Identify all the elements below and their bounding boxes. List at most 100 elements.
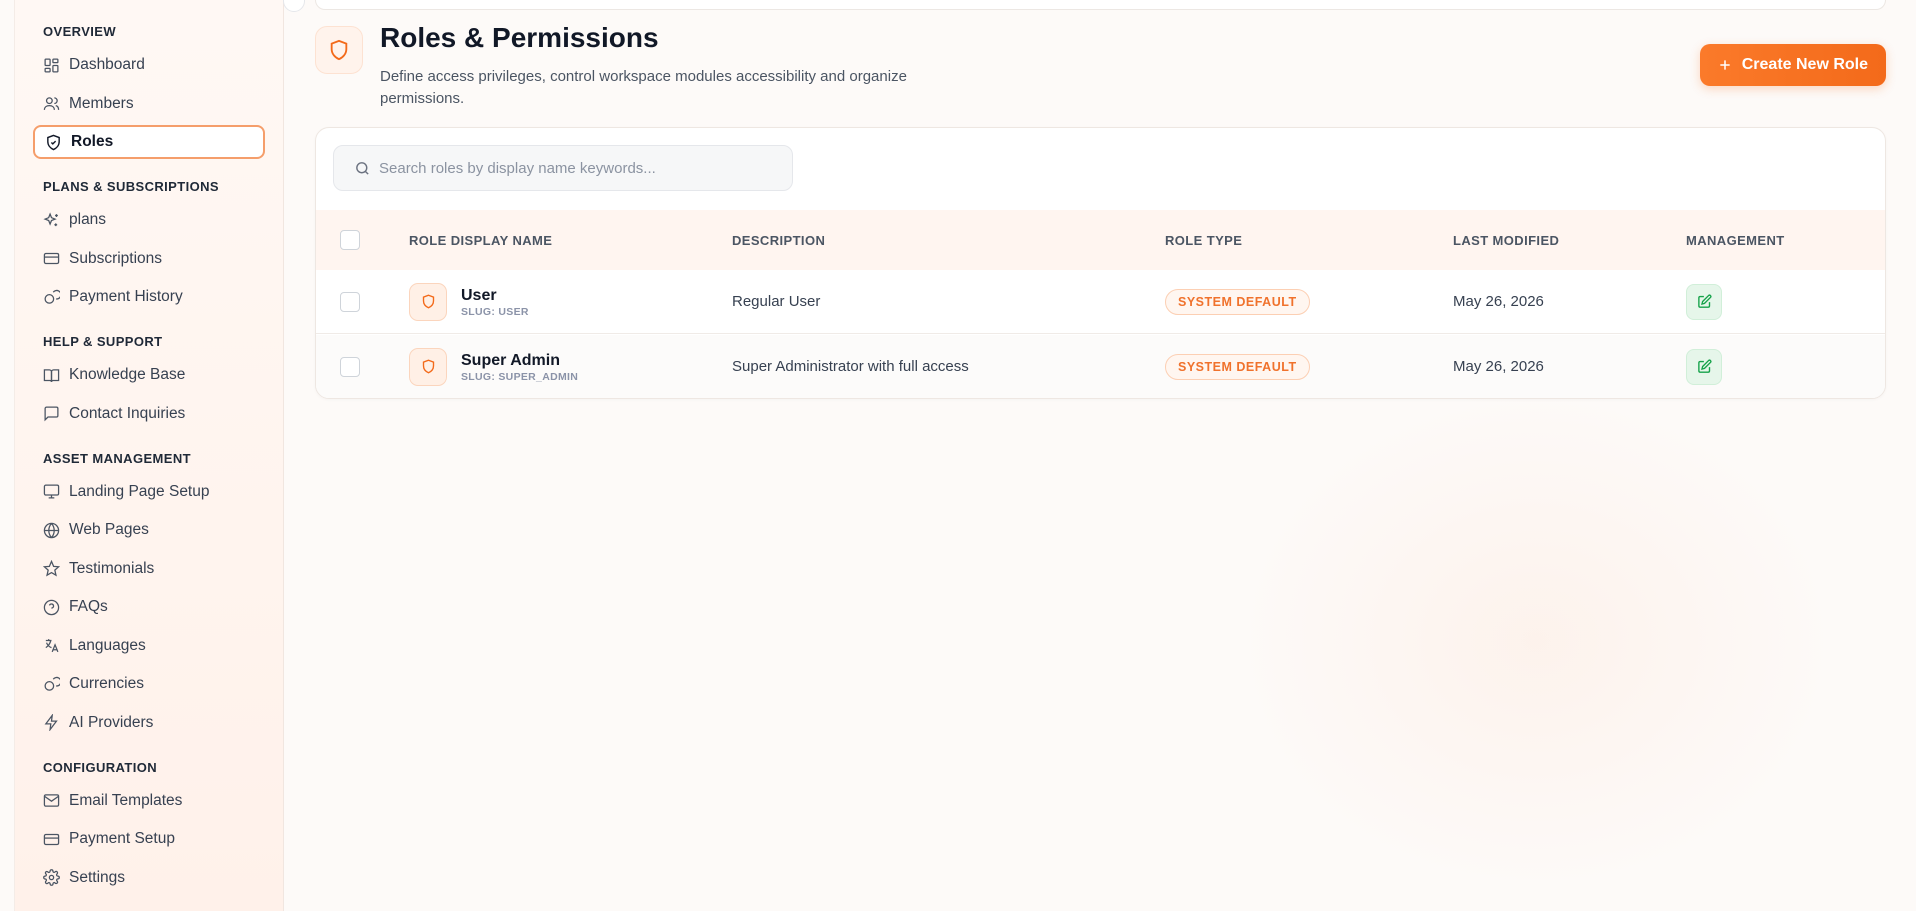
sidebar-collapse-button[interactable] bbox=[283, 0, 305, 12]
mail-icon bbox=[43, 794, 60, 807]
sidebar-item-ai-providers[interactable]: AI Providers bbox=[33, 706, 265, 740]
sidebar-item-label: Web Pages bbox=[69, 521, 149, 538]
star-icon bbox=[43, 560, 60, 577]
sidebar-item-label: Knowledge Base bbox=[69, 366, 186, 383]
sparkles-icon bbox=[43, 211, 58, 226]
sidebar-item-label: Subscriptions bbox=[69, 249, 163, 267]
message-square-icon bbox=[44, 406, 59, 422]
sidebar-item-languages[interactable]: Languages bbox=[33, 629, 265, 663]
credit-card-icon bbox=[43, 252, 60, 265]
row-checkbox[interactable] bbox=[340, 356, 360, 377]
row-checkbox[interactable] bbox=[340, 291, 360, 312]
globe-icon bbox=[43, 522, 60, 538]
role-slug: SLUG: USER bbox=[461, 305, 529, 318]
section-title-configuration: CONFIGURATION bbox=[43, 759, 158, 775]
coins-icon bbox=[44, 289, 60, 304]
zap-icon bbox=[44, 714, 58, 731]
role-icon-box bbox=[409, 282, 447, 321]
book-open-icon bbox=[43, 368, 60, 382]
sidebar-item-label: Members bbox=[69, 94, 134, 112]
page-subtitle: Define access privileges, control worksp… bbox=[380, 68, 907, 107]
table-header: ROLE DISPLAY NAME DESCRIPTION ROLE TYPE … bbox=[316, 210, 1885, 270]
table-row: User SLUG: USER Regular User SYSTEM DEFA… bbox=[316, 270, 1885, 334]
users-icon bbox=[43, 97, 60, 110]
coins-icon bbox=[44, 676, 60, 691]
sidebar-item-roles[interactable]: Roles bbox=[33, 125, 265, 159]
sidebar-item-payment-setup[interactable]: Payment Setup bbox=[33, 822, 265, 856]
create-button-label: Create New Role bbox=[1741, 56, 1868, 73]
edit-role-button[interactable] bbox=[1686, 348, 1722, 385]
role-description: Super Administrator with full access bbox=[732, 358, 969, 375]
role-type-cell: SYSTEM DEFAULT bbox=[1165, 288, 1310, 315]
role-description: Regular User bbox=[732, 293, 821, 310]
sidebar-item-label: AI Providers bbox=[69, 713, 154, 731]
select-all-checkbox[interactable] bbox=[340, 230, 360, 250]
search-box bbox=[333, 145, 793, 191]
sidebar-item-faqs[interactable]: FAQs bbox=[33, 590, 265, 624]
column-header-modified[interactable]: LAST MODIFIED bbox=[1453, 233, 1559, 248]
sidebar-item-label: Testimonials bbox=[69, 559, 155, 577]
languages-icon bbox=[45, 639, 59, 653]
sidebar-item-landing-page-setup[interactable]: Landing Page Setup bbox=[33, 475, 265, 509]
section-title-help: HELP & SUPPORT bbox=[43, 334, 163, 349]
status-badge: SYSTEM DEFAULT bbox=[1165, 288, 1310, 315]
sidebar-item-knowledge-base[interactable]: Knowledge Base bbox=[33, 358, 265, 392]
page-header: Roles & Permissions Define access privil… bbox=[315, 10, 1886, 120]
role-slug: SLUG: SUPER_ADMIN bbox=[461, 370, 579, 383]
column-header-type[interactable]: ROLE TYPE bbox=[1165, 233, 1242, 248]
sidebar: OVERVIEW Dashboard Members Roles PLANS &… bbox=[14, 0, 305, 911]
search-icon bbox=[356, 161, 369, 175]
row-select-cell bbox=[340, 291, 360, 312]
create-new-role-button[interactable]: Create New Role bbox=[1699, 44, 1886, 86]
sidebar-item-subscriptions[interactable]: Subscriptions bbox=[33, 242, 265, 276]
role-name-cell: Super Admin SLUG: SUPER_ADMIN bbox=[409, 347, 579, 386]
role-name: User bbox=[461, 286, 497, 304]
sidebar-item-payment-history[interactable]: Payment History bbox=[33, 280, 265, 314]
sidebar-item-label: Email Templates bbox=[69, 791, 183, 809]
section-title-overview: OVERVIEW bbox=[43, 24, 117, 39]
sidebar-item-testimonials[interactable]: Testimonials bbox=[33, 552, 265, 586]
select-all-cell bbox=[340, 230, 360, 250]
credit-card-icon bbox=[43, 833, 60, 845]
sidebar-item-plans[interactable]: plans bbox=[33, 203, 265, 237]
background-decoration bbox=[1236, 391, 1836, 891]
column-header-name[interactable]: ROLE DISPLAY NAME bbox=[409, 233, 552, 248]
sidebar-item-label: Landing Page Setup bbox=[69, 482, 210, 500]
sidebar-item-label: plans bbox=[69, 211, 107, 228]
help-circle-icon bbox=[43, 599, 60, 615]
plus-icon bbox=[1720, 60, 1730, 70]
sidebar-item-label: Payment History bbox=[69, 288, 183, 305]
sidebar-item-email-templates[interactable]: Email Templates bbox=[33, 784, 265, 818]
sidebar-item-label: Payment Setup bbox=[69, 830, 175, 847]
sidebar-item-label: Roles bbox=[71, 133, 114, 150]
role-last-modified: May 26, 2026 bbox=[1453, 293, 1544, 310]
management-cell bbox=[1686, 283, 1722, 320]
column-header-description[interactable]: DESCRIPTION bbox=[732, 233, 825, 248]
section-title-assets: ASSET MANAGEMENT bbox=[43, 450, 191, 466]
sidebar-item-members[interactable]: Members bbox=[33, 87, 265, 121]
role-name: Super Admin bbox=[461, 351, 560, 369]
sidebar-item-contact-inquiries[interactable]: Contact Inquiries bbox=[33, 397, 265, 431]
sidebar-item-dashboard[interactable]: Dashboard bbox=[33, 48, 265, 82]
gear-icon bbox=[43, 869, 60, 886]
monitor-icon bbox=[43, 484, 60, 499]
sidebar-item-label: Contact Inquiries bbox=[69, 404, 186, 422]
row-select-cell bbox=[340, 356, 360, 377]
page-title: Roles & Permissions bbox=[380, 22, 659, 53]
sidebar-item-label: FAQs bbox=[69, 598, 108, 615]
sidebar-item-label: Dashboard bbox=[69, 56, 145, 73]
edit-role-button[interactable] bbox=[1686, 283, 1722, 320]
sidebar-item-web-pages[interactable]: Web Pages bbox=[33, 513, 265, 547]
shield-check-icon bbox=[47, 134, 60, 150]
search-input[interactable] bbox=[379, 159, 759, 177]
dashboard-icon bbox=[44, 57, 59, 73]
management-cell bbox=[1686, 348, 1722, 385]
table-row: Super Admin SLUG: SUPER_ADMIN Super Admi… bbox=[316, 335, 1885, 398]
role-last-modified: May 26, 2026 bbox=[1453, 358, 1544, 375]
sidebar-item-currencies[interactable]: Currencies bbox=[33, 667, 265, 701]
sidebar-item-settings[interactable]: Settings bbox=[33, 861, 265, 895]
shield-icon bbox=[422, 359, 434, 374]
top-bar bbox=[315, 0, 1886, 10]
shield-icon bbox=[330, 39, 348, 61]
status-badge: SYSTEM DEFAULT bbox=[1165, 353, 1310, 380]
